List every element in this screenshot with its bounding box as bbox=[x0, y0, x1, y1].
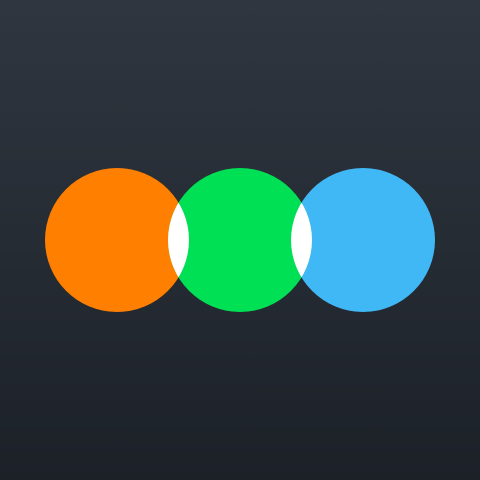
blue-circle bbox=[291, 168, 435, 312]
overlapping-circles-logo bbox=[45, 168, 435, 312]
green-circle bbox=[168, 168, 312, 312]
orange-circle bbox=[45, 168, 189, 312]
app-icon bbox=[0, 0, 480, 480]
